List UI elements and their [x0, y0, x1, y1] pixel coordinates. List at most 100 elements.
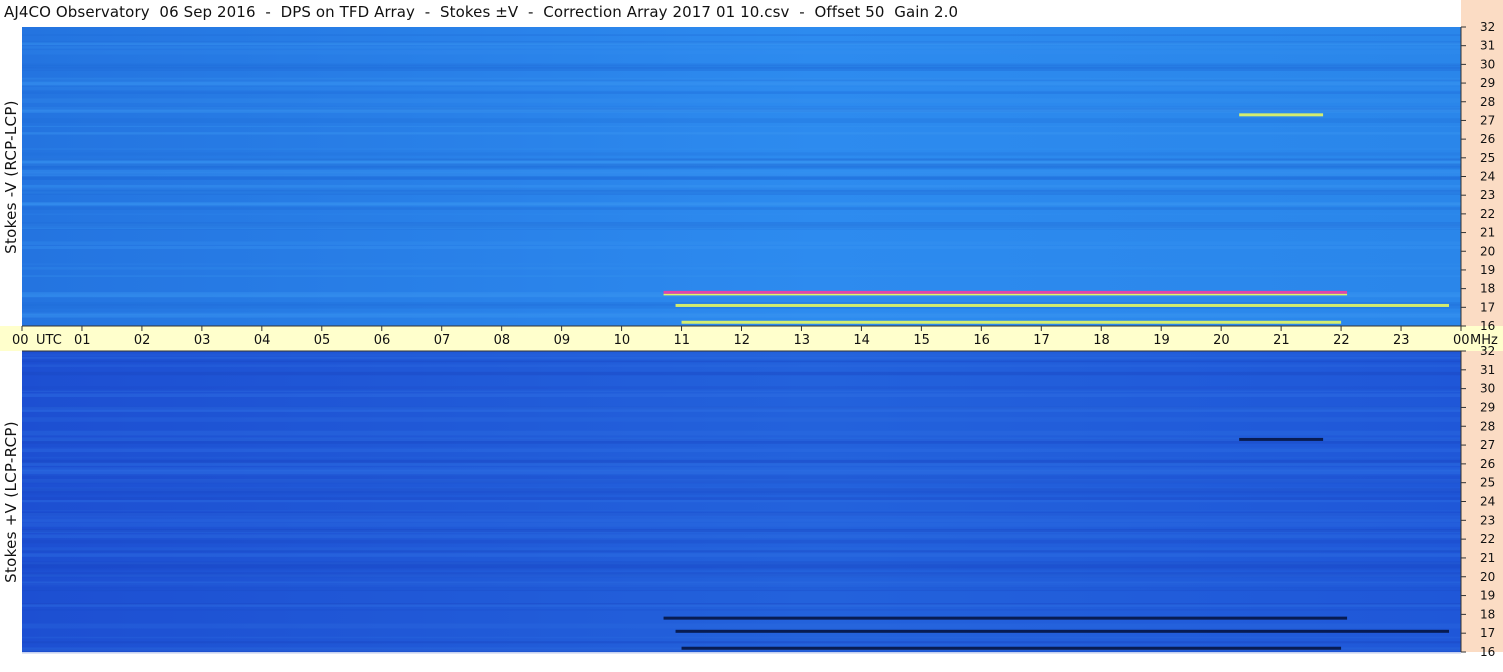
- spectrogram-figure: 00 UTC 01 02 03 04 05 06 07 08 09 10 11 12 13 14 15 16 17 1…: [0, 20, 1503, 659]
- freq-tick-label: 17: [1480, 626, 1495, 640]
- burst-trace: [675, 629, 1450, 633]
- noise-band: [22, 371, 1461, 376]
- time-tick-label: 12: [734, 333, 751, 348]
- noise-band: [22, 562, 1461, 564]
- freq-tick-label: 17: [1480, 300, 1495, 314]
- noise-band: [22, 553, 1461, 557]
- noise-band: [22, 390, 1461, 393]
- freq-axis-upper: 32 31 30 29 28 27 26 25 24 23 22 21 20 19 18 17 16: [1460, 20, 1503, 333]
- noise-band: [22, 582, 1461, 586]
- noise-band: [22, 152, 1461, 156]
- noise-band: [22, 187, 1461, 190]
- freq-tick-label: 16: [1480, 319, 1495, 333]
- noise-band: [22, 266, 1461, 270]
- time-tick-label: 11: [674, 333, 691, 348]
- upper-spectrogram-panel: [22, 27, 1461, 326]
- freq-tick-label: 27: [1480, 113, 1495, 127]
- burst-trace: [681, 646, 1342, 650]
- time-tick-label: 03: [194, 333, 211, 348]
- noise-band: [22, 406, 1461, 411]
- burst-trace: [663, 290, 1348, 294]
- noise-band: [22, 589, 1461, 592]
- noise-band: [22, 539, 1461, 544]
- freq-tick-label: 23: [1480, 188, 1495, 202]
- noise-band: [22, 386, 1461, 390]
- noise-band: [22, 223, 1461, 226]
- noise-band: [22, 263, 1461, 265]
- noise-band: [22, 177, 1461, 180]
- time-tick-label: 19: [1153, 333, 1170, 348]
- freq-tick-label: 24: [1480, 170, 1495, 184]
- freq-tick-label: 31: [1480, 363, 1495, 377]
- time-tick-label: 17: [1033, 333, 1050, 348]
- noise-band: [22, 163, 1461, 167]
- noise-band: [22, 125, 1461, 127]
- noise-band: [22, 86, 1461, 90]
- time-tick-label: 07: [434, 333, 451, 348]
- noise-band: [22, 171, 1461, 174]
- freq-tick-label: 32: [1480, 344, 1495, 358]
- time-tick-label: 06: [374, 333, 391, 348]
- noise-band: [22, 241, 1461, 245]
- noise-band: [22, 603, 1461, 605]
- freq-tick-label: 18: [1480, 282, 1495, 296]
- freq-tick-label: 32: [1480, 20, 1495, 34]
- time-tick-label: 15: [913, 333, 930, 348]
- noise-band: [22, 174, 1461, 176]
- freq-tick-label: 28: [1480, 95, 1495, 109]
- noise-band: [22, 202, 1461, 205]
- time-tick-label: 14: [853, 333, 870, 348]
- noise-band: [22, 641, 1461, 644]
- freq-tick-label: 24: [1480, 495, 1495, 509]
- noise-band: [22, 353, 1461, 357]
- noise-band: [22, 417, 1461, 422]
- noise-band: [22, 609, 1461, 611]
- noise-band: [22, 91, 1461, 94]
- burst-trace: [1239, 113, 1324, 117]
- noise-band: [22, 184, 1461, 188]
- noise-band: [22, 456, 1461, 459]
- freq-tick-label: 23: [1480, 513, 1495, 527]
- freq-tick-label: 30: [1480, 382, 1495, 396]
- noise-band: [22, 46, 1461, 49]
- noise-band: [22, 158, 1461, 160]
- time-tick-label: 08: [494, 333, 511, 348]
- freq-tick-label: 19: [1480, 589, 1495, 603]
- time-tick-label: 22: [1333, 333, 1350, 348]
- noise-band: [22, 213, 1461, 215]
- time-tick-label: 18: [1093, 333, 1110, 348]
- noise-band: [22, 488, 1461, 493]
- freq-tick-label: 21: [1480, 551, 1495, 565]
- burst-trace: [681, 320, 1342, 324]
- freq-tick-label: 26: [1480, 457, 1495, 471]
- freq-tick-label: 20: [1480, 244, 1495, 258]
- lower-spectrogram-panel: [22, 351, 1461, 654]
- freq-tick-label: 16: [1480, 645, 1495, 659]
- noise-band: [22, 497, 1461, 500]
- noise-band: [22, 479, 1461, 483]
- noise-band: [22, 275, 1461, 277]
- noise-band: [22, 459, 1461, 464]
- noise-band: [22, 410, 1461, 412]
- freq-tick-label: 31: [1480, 39, 1495, 53]
- freq-tick-label: 25: [1480, 151, 1495, 165]
- noise-band: [22, 520, 1461, 523]
- noise-band: [22, 357, 1461, 359]
- freq-tick-label: 30: [1480, 57, 1495, 71]
- noise-band: [22, 493, 1461, 495]
- noise-band: [22, 623, 1461, 629]
- noise-band: [22, 67, 1461, 71]
- noise-band: [22, 77, 1461, 79]
- noise-band: [22, 430, 1461, 436]
- freq-tick-label: 22: [1480, 207, 1495, 221]
- noise-band: [22, 534, 1461, 538]
- noise-band: [22, 189, 1461, 195]
- time-unit-label: UTC: [36, 333, 62, 348]
- time-tick-label: 09: [554, 333, 571, 348]
- time-tick-label: 00: [1453, 333, 1470, 348]
- noise-band: [22, 360, 1461, 363]
- noise-band: [22, 314, 1461, 318]
- noise-band: [22, 50, 1461, 55]
- noise-band: [22, 364, 1461, 367]
- noise-band: [22, 587, 1461, 589]
